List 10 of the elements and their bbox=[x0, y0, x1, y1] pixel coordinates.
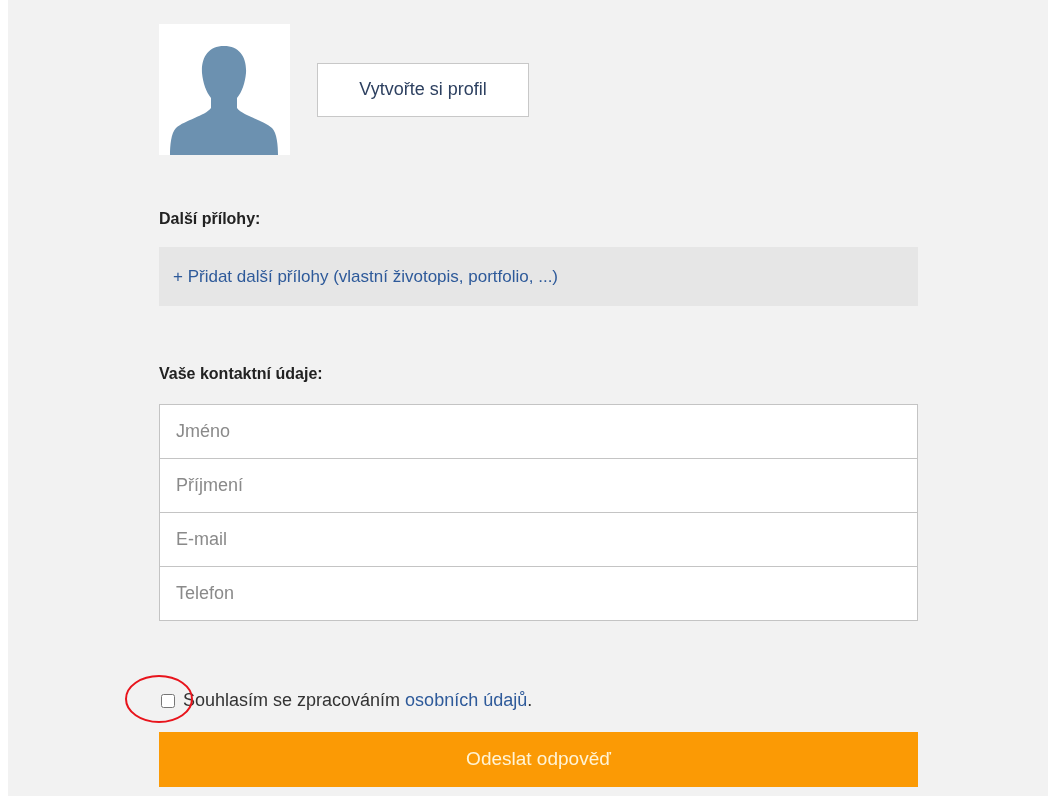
privacy-link[interactable]: osobních údajů bbox=[405, 690, 528, 710]
text-field[interactable]: Jméno bbox=[159, 404, 918, 459]
attachments-label: Další přílohy: bbox=[159, 209, 262, 229]
contact-label: Vaše kontaktní údaje: bbox=[159, 364, 324, 384]
consent-checkbox[interactable] bbox=[161, 693, 175, 708]
add-attachments-link[interactable]: + Přidat další přílohy (vlastní životopis, portfolio, ...) bbox=[173, 263, 559, 290]
text-field[interactable]: E-mail bbox=[159, 512, 918, 567]
text-field[interactable]: Telefon bbox=[159, 566, 918, 621]
text-field[interactable]: Příjmení bbox=[159, 458, 918, 513]
create-profile-button[interactable]: Vytvořte si profil bbox=[317, 62, 529, 117]
